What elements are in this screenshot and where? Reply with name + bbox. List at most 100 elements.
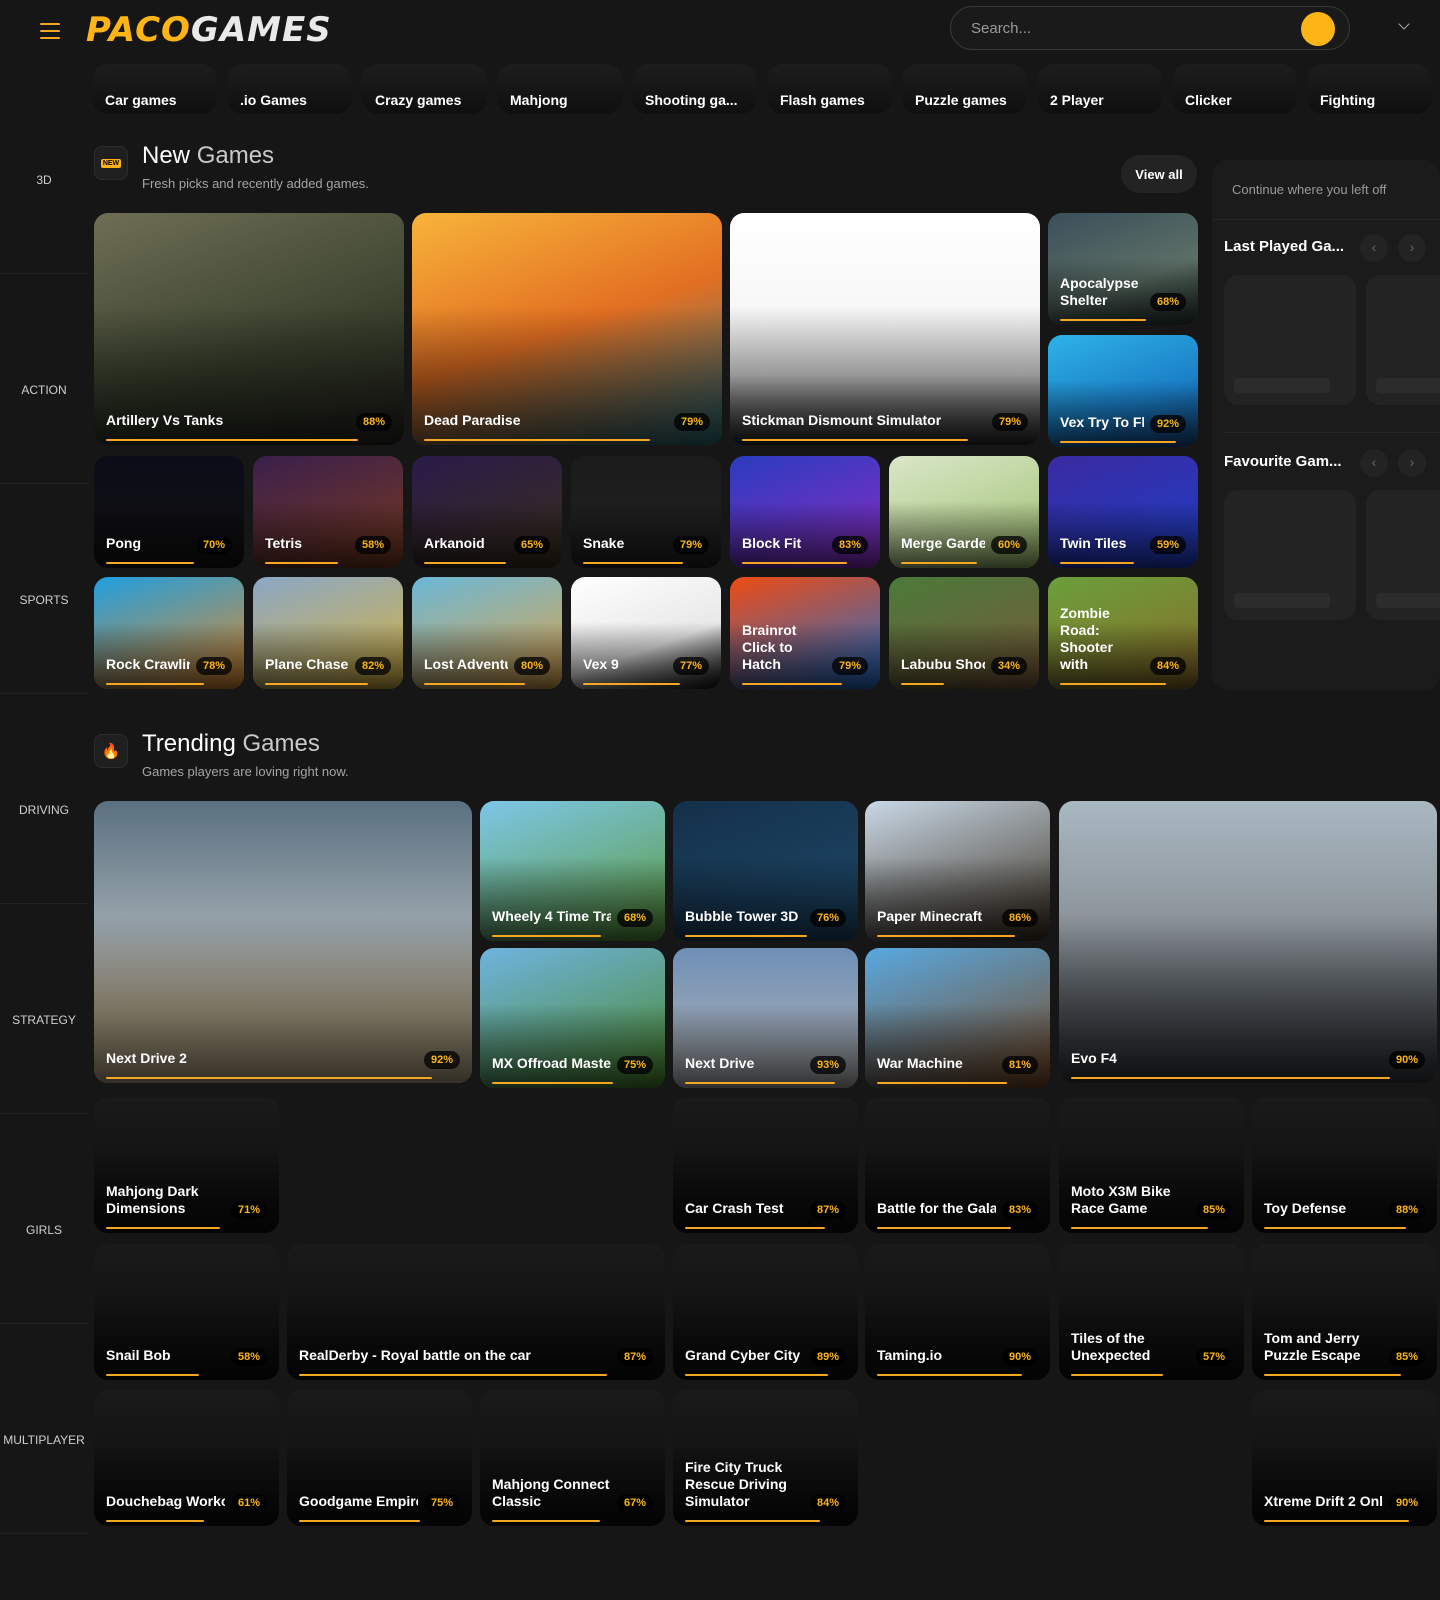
- game-card[interactable]: Tiles of the Unexpected 57%: [1059, 1244, 1244, 1380]
- rating-bar: [106, 1077, 432, 1079]
- category-pill[interactable]: Mahjong: [497, 64, 622, 114]
- game-card[interactable]: Mahjong Dark Dimensions 71%: [94, 1097, 279, 1233]
- rating-bar: [265, 562, 338, 564]
- rating-badge: 84%: [809, 1494, 846, 1512]
- game-card[interactable]: Dead Paradise 79%: [412, 213, 722, 445]
- sidebar-item-3d[interactable]: 3D: [0, 64, 88, 274]
- rating-bar: [901, 562, 977, 564]
- game-card[interactable]: Paper Minecraft 86%: [865, 801, 1050, 941]
- sidebar-item-action[interactable]: ACTION: [0, 274, 88, 484]
- game-card[interactable]: Fire City Truck Rescue Driving Simulator…: [673, 1390, 858, 1526]
- game-card[interactable]: Xtreme Drift 2 Online 90%: [1252, 1390, 1437, 1526]
- rating-badge: 92%: [1149, 415, 1186, 433]
- category-pill[interactable]: 2 Player: [1037, 64, 1162, 114]
- game-title: Rock Crawling: [106, 656, 190, 672]
- game-card[interactable]: Wheely 4 Time Travel 68%: [480, 801, 665, 941]
- game-card[interactable]: Next Drive 93%: [673, 948, 858, 1088]
- game-card[interactable]: Vex 9 77%: [571, 577, 721, 689]
- rating-bar: [685, 1520, 820, 1522]
- rating-badge: 79%: [991, 413, 1028, 431]
- rating-badge: 85%: [1388, 1348, 1425, 1366]
- game-card[interactable]: Vex Try To Fly 92%: [1048, 335, 1198, 447]
- game-card[interactable]: MX Offroad Master 75%: [480, 948, 665, 1088]
- chevron-right-icon[interactable]: ›: [1398, 234, 1426, 262]
- rating-badge: 87%: [616, 1348, 653, 1366]
- game-title: Dead Paradise: [424, 412, 521, 428]
- rating-bar: [492, 935, 601, 937]
- game-title: Wheely 4 Time Travel: [492, 908, 611, 924]
- category-pill[interactable]: Crazy games: [362, 64, 487, 114]
- thumbnail-shade: [673, 1004, 858, 1088]
- game-card[interactable]: Arkanoid 65%: [412, 456, 562, 568]
- game-title: Snake: [583, 535, 625, 551]
- game-card[interactable]: Tom and Jerry Puzzle Escape 85%: [1252, 1244, 1437, 1380]
- game-card[interactable]: Brainrot Click to Hatch 79%: [730, 577, 880, 689]
- game-card[interactable]: War Machine 81%: [865, 948, 1050, 1088]
- rating-badge: 82%: [354, 657, 391, 675]
- rating-badge: 83%: [831, 536, 868, 554]
- game-card[interactable]: Snail Bob 58%: [94, 1244, 279, 1380]
- game-card[interactable]: Taming.io 90%: [865, 1244, 1050, 1380]
- game-title: Evo F4: [1071, 1050, 1117, 1066]
- category-pill[interactable]: Flash games: [767, 64, 892, 114]
- search-input[interactable]: [971, 19, 1271, 37]
- sidebar-item-multiplayer[interactable]: MULTIPLAYER: [0, 1324, 88, 1534]
- game-card[interactable]: Twin Tiles 59%: [1048, 456, 1198, 568]
- game-card[interactable]: Douchebag Workout 61%: [94, 1390, 279, 1526]
- game-card[interactable]: Battle for the Galaxy 83%: [865, 1097, 1050, 1233]
- game-card[interactable]: Tetris 58%: [253, 456, 403, 568]
- game-card[interactable]: RealDerby - Royal battle on the car 87%: [287, 1244, 665, 1380]
- chevron-right-icon[interactable]: ›: [1398, 449, 1426, 477]
- view-all-button[interactable]: View all: [1121, 155, 1197, 193]
- game-card[interactable]: Lost Adventure 80%: [412, 577, 562, 689]
- sidebar-item-sports[interactable]: SPORTS: [0, 484, 88, 694]
- game-card[interactable]: Bubble Tower 3D 76%: [673, 801, 858, 941]
- thumbnail-shade: [287, 1444, 472, 1526]
- menu-icon[interactable]: [40, 23, 60, 39]
- game-card[interactable]: Apocalypse Shelter 68%: [1048, 213, 1198, 325]
- rating-bar: [583, 562, 683, 564]
- category-pill[interactable]: Clicker: [1172, 64, 1297, 114]
- game-card[interactable]: Mahjong Connect Classic 67%: [480, 1390, 665, 1526]
- category-pill[interactable]: .io Games: [227, 64, 352, 114]
- game-card[interactable]: Next Drive 2 92%: [94, 801, 472, 1083]
- game-card[interactable]: Goodgame Empire 75%: [287, 1390, 472, 1526]
- chevron-left-icon[interactable]: ‹: [1360, 449, 1388, 477]
- game-card[interactable]: Toy Defense 88%: [1252, 1097, 1437, 1233]
- sidebar-item-girls[interactable]: GIRLS: [0, 1114, 88, 1324]
- game-card[interactable]: Evo F4 90%: [1059, 801, 1437, 1083]
- logo[interactable]: PACOGAMES: [86, 10, 332, 50]
- sidebar-item-driving[interactable]: DRIVING: [0, 694, 88, 904]
- chevron-left-icon[interactable]: ‹: [1360, 234, 1388, 262]
- rating-bar: [877, 935, 1015, 937]
- game-title: Lost Adventure: [424, 656, 508, 672]
- game-card[interactable]: Car Crash Test 87%: [673, 1097, 858, 1233]
- category-pill[interactable]: Puzzle games: [902, 64, 1027, 114]
- game-card[interactable]: Snake 79%: [571, 456, 721, 568]
- game-card[interactable]: Merge Garden 60%: [889, 456, 1039, 568]
- game-title: Taming.io: [877, 1347, 943, 1363]
- thumbnail-shade: [865, 857, 1050, 941]
- game-title: Grand Cyber City: [685, 1347, 801, 1363]
- rating-badge: 81%: [1001, 1056, 1038, 1074]
- game-card[interactable]: Stickman Dismount Simulator 79%: [730, 213, 1040, 445]
- sidebar-item-strategy[interactable]: STRATEGY: [0, 904, 88, 1114]
- rating-bar: [106, 439, 358, 441]
- game-card[interactable]: Zombie Road: Shooter with 84%: [1048, 577, 1198, 689]
- chevron-down-icon[interactable]: [1398, 18, 1410, 30]
- game-card[interactable]: Pong 70%: [94, 456, 244, 568]
- category-pill[interactable]: Fighting: [1307, 64, 1432, 114]
- game-card[interactable]: Rock Crawling 78%: [94, 577, 244, 689]
- game-card[interactable]: Artillery Vs Tanks 88%: [94, 213, 404, 445]
- category-pill[interactable]: Car games: [92, 64, 217, 114]
- search-button[interactable]: [1301, 12, 1335, 46]
- game-card[interactable]: Labubu Shooter 34%: [889, 577, 1039, 689]
- game-card[interactable]: Plane Chase 82%: [253, 577, 403, 689]
- game-card[interactable]: Block Fit 83%: [730, 456, 880, 568]
- rating-badge: 58%: [354, 536, 391, 554]
- game-card[interactable]: Moto X3M Bike Race Game 85%: [1059, 1097, 1244, 1233]
- rating-badge: 79%: [672, 536, 709, 554]
- rating-badge: 92%: [423, 1051, 460, 1069]
- game-card[interactable]: Grand Cyber City 89%: [673, 1244, 858, 1380]
- category-pill[interactable]: Shooting ga...: [632, 64, 757, 114]
